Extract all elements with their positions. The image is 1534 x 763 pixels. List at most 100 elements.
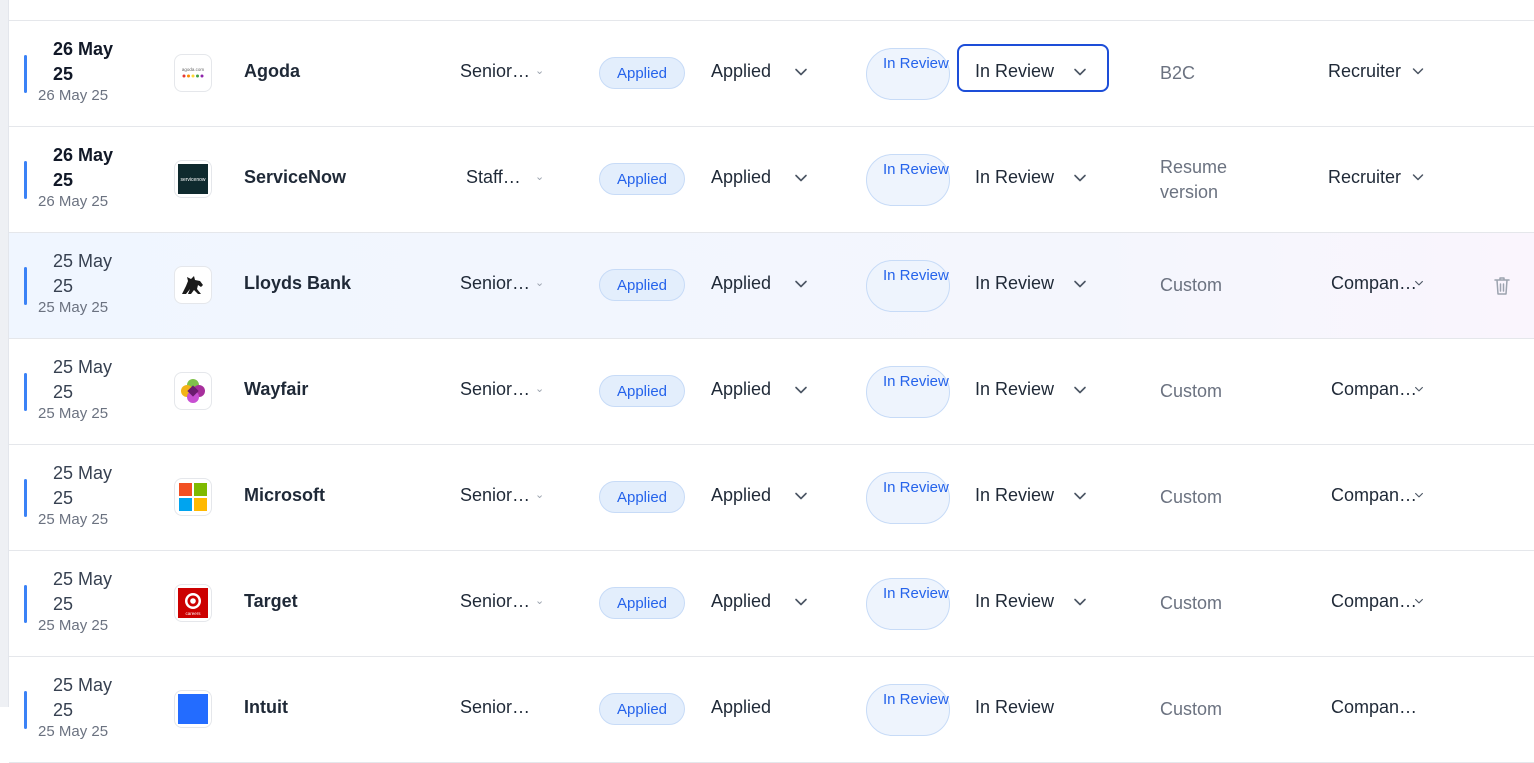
contact-select[interactable]: Compan… [1331, 273, 1417, 294]
intuit-logo [174, 690, 212, 728]
company-name: Agoda [244, 61, 300, 81]
resume-version: Resume version [1160, 157, 1228, 202]
target-logo: careers [174, 584, 212, 622]
contact-select[interactable]: Compan… [1331, 379, 1417, 400]
row-accent-bar [24, 691, 27, 729]
chevron-down-icon[interactable] [792, 381, 810, 399]
chevron-down-icon[interactable] [1413, 489, 1425, 501]
date-secondary: 25 May 25 [38, 617, 109, 634]
role-select[interactable]: Senior… [460, 273, 530, 294]
resume-version: Custom [1160, 593, 1223, 613]
agoda-logo-text: agoda.com [182, 67, 205, 72]
stage-badge: In Review [866, 578, 950, 630]
status-select[interactable]: Applied [711, 379, 771, 400]
chevron-down-icon[interactable] [792, 169, 810, 187]
status-select[interactable]: Applied [711, 697, 771, 718]
resume-version: Custom [1160, 699, 1223, 719]
status-select[interactable]: Applied [711, 273, 771, 294]
contact-select[interactable]: Recruiter [1328, 167, 1401, 188]
chevron-down-icon[interactable] [1071, 593, 1089, 611]
chevron-down-icon[interactable] [1071, 169, 1089, 187]
role-select[interactable]: Senior… [460, 485, 530, 506]
chevron-down-icon[interactable] [1071, 275, 1089, 293]
table-row[interactable]: 25 May 25 25 May 25 Intuit Senior… Appli… [9, 657, 1534, 763]
company-name: ServiceNow [244, 167, 347, 187]
chevron-down-icon[interactable]: ⌄ [535, 64, 544, 77]
stage-badge: In Review [866, 684, 950, 736]
chevron-down-icon[interactable] [792, 593, 810, 611]
date-secondary: 26 May 25 [38, 87, 109, 104]
servicenow-logo-text: servicenow [180, 177, 205, 183]
applied-badge: Applied [599, 693, 685, 725]
stage-select[interactable]: In Review [975, 273, 1054, 294]
chevron-down-icon[interactable] [792, 275, 810, 293]
chevron-down-icon[interactable]: ⌄ [535, 594, 544, 607]
applied-badge: Applied [599, 587, 685, 619]
date-secondary: 25 May 25 [38, 405, 109, 422]
agoda-logo: agoda.com [174, 54, 212, 92]
chevron-down-icon[interactable] [1413, 383, 1425, 395]
microsoft-logo [174, 478, 212, 516]
left-rail [0, 0, 9, 707]
applications-table: 26 May 25 26 May 25 agoda.com Agoda Seni… [9, 0, 1534, 763]
chevron-down-icon[interactable] [1071, 487, 1089, 505]
stage-select[interactable]: In Review [975, 61, 1054, 82]
date-applied: 25 May 25 [53, 251, 113, 296]
chevron-down-icon[interactable]: ⌄ [535, 276, 544, 289]
applied-badge: Applied [599, 375, 685, 407]
stage-badge: In Review [866, 48, 950, 100]
role-select[interactable]: Senior… [460, 591, 530, 612]
date-secondary: 25 May 25 [38, 299, 109, 316]
role-select[interactable]: Staff… [466, 167, 521, 188]
stage-select[interactable]: In Review [975, 697, 1054, 718]
table-row[interactable]: 25 May 25 25 May 25 Lloyds Bank Senior… … [9, 233, 1534, 339]
resume-version: Custom [1160, 487, 1223, 507]
date-secondary: 25 May 25 [38, 511, 109, 528]
role-select[interactable]: Senior… [460, 379, 530, 400]
table-row[interactable]: 25 May 25 25 May 25 careers Target Senio… [9, 551, 1534, 657]
chevron-down-icon[interactable]: ⌄ [535, 382, 544, 395]
chevron-down-icon[interactable] [792, 63, 810, 81]
table-row[interactable]: 25 May 25 25 May 25 Wayfair Senior… ⌄ Ap… [9, 339, 1534, 445]
row-accent-bar [24, 267, 27, 305]
stage-select[interactable]: In Review [975, 591, 1054, 612]
company-name: Microsoft [244, 485, 325, 505]
status-select[interactable]: Applied [711, 167, 771, 188]
company-name: Wayfair [244, 379, 309, 399]
chevron-down-icon[interactable] [792, 487, 810, 505]
stage-select[interactable]: In Review [975, 167, 1054, 188]
row-accent-bar [24, 161, 27, 199]
chevron-down-icon[interactable] [1410, 169, 1426, 185]
status-select[interactable]: Applied [711, 591, 771, 612]
stage-badge: In Review [866, 154, 950, 206]
chevron-down-icon[interactable] [1413, 595, 1425, 607]
chevron-down-icon[interactable] [1071, 381, 1089, 399]
role-select[interactable]: Senior… [460, 697, 530, 718]
table-row[interactable]: 25 May 25 25 May 25 Microsoft Senior… ⌄ … [9, 445, 1534, 551]
table-row[interactable]: 26 May 25 26 May 25 agoda.com Agoda Seni… [9, 21, 1534, 127]
stage-select[interactable]: In Review [975, 379, 1054, 400]
role-select[interactable]: Senior… [460, 61, 530, 82]
wayfair-logo [174, 372, 212, 410]
status-select[interactable]: Applied [711, 61, 771, 82]
stage-select[interactable]: In Review [975, 485, 1054, 506]
applied-badge: Applied [599, 57, 685, 89]
date-secondary: 26 May 25 [38, 193, 109, 210]
contact-select[interactable]: Compan… [1331, 591, 1417, 612]
chevron-down-icon[interactable] [1071, 63, 1089, 81]
chevron-down-icon[interactable] [1413, 277, 1425, 289]
contact-select[interactable]: Compan… [1331, 485, 1417, 506]
applied-badge: Applied [599, 481, 685, 513]
row-accent-bar [24, 585, 27, 623]
status-select[interactable]: Applied [711, 485, 771, 506]
chevron-down-icon[interactable] [1410, 63, 1426, 79]
company-name: Lloyds Bank [244, 273, 352, 293]
contact-select[interactable]: Compan… [1331, 697, 1417, 718]
date-applied: 25 May 25 [53, 569, 113, 614]
chevron-down-icon[interactable]: ⌄ [535, 488, 544, 501]
contact-select[interactable]: Recruiter [1328, 61, 1401, 82]
trash-icon[interactable] [1492, 275, 1512, 297]
table-top-strip [9, 0, 1534, 21]
table-row[interactable]: 26 May 25 26 May 25 servicenow ServiceNo… [9, 127, 1534, 233]
chevron-down-icon[interactable]: ⌄ [535, 170, 544, 183]
